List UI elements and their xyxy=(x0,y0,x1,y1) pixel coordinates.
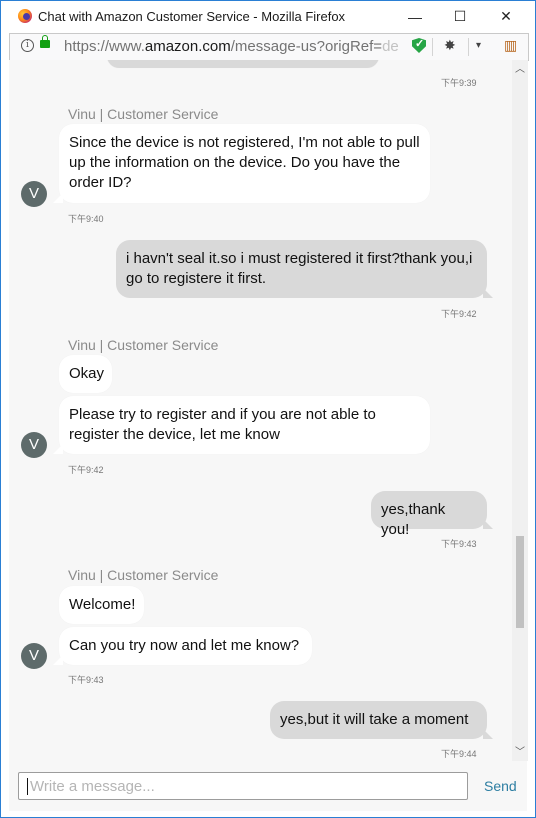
scroll-up-arrow-icon[interactable]: ︿ xyxy=(512,62,528,78)
message-input-placeholder: Write a message... xyxy=(30,778,155,795)
agent-message: Welcome! xyxy=(59,586,144,624)
text-caret xyxy=(27,778,28,795)
timestamp: 下午9:42 xyxy=(441,309,477,319)
extension-icon[interactable]: ✸ xyxy=(444,37,456,54)
message-input[interactable]: Write a message... xyxy=(18,772,468,800)
user-message: yes,thank you! xyxy=(371,491,487,538)
previous-message-bubble xyxy=(107,60,379,68)
agent-avatar: V xyxy=(21,181,47,207)
url-text[interactable]: https://www.amazon.com/message-us?origRe… xyxy=(64,38,400,55)
chat-transcript: 下午9:39 Vinu | Customer Service Since the… xyxy=(9,60,512,761)
maximize-button[interactable]: ☐ xyxy=(437,1,483,32)
agent-message: Okay xyxy=(59,355,112,393)
address-bar[interactable]: i https://www.amazon.com/message-us?orig… xyxy=(9,33,529,61)
toolbar-divider xyxy=(432,38,433,56)
timestamp: 下午9:44 xyxy=(441,749,477,759)
scroll-down-arrow-icon[interactable]: ﹀ xyxy=(512,745,528,761)
agent-message: Please try to register and if you are no… xyxy=(59,396,430,454)
user-message: yes,but it will take a moment xyxy=(270,701,487,739)
message-composer: Write a message... Send xyxy=(9,761,527,811)
library-icon[interactable]: ▥ xyxy=(504,37,517,54)
timestamp: 下午9:43 xyxy=(68,675,104,685)
agent-name: Vinu | Customer Service xyxy=(68,106,219,122)
browser-window: Chat with Amazon Customer Service - Mozi… xyxy=(0,0,536,818)
user-message: i havn't seal it.so i must registered it… xyxy=(116,240,487,298)
info-icon[interactable]: i xyxy=(21,39,34,52)
agent-message: Since the device is not registered, I'm … xyxy=(59,124,430,203)
tracking-shield-icon[interactable] xyxy=(412,38,426,53)
agent-avatar: V xyxy=(21,643,47,669)
window-title: Chat with Amazon Customer Service - Mozi… xyxy=(38,9,346,24)
agent-name: Vinu | Customer Service xyxy=(68,337,219,353)
minimize-button[interactable]: — xyxy=(392,1,438,32)
agent-name: Vinu | Customer Service xyxy=(68,567,219,583)
close-button[interactable]: ✕ xyxy=(483,1,529,32)
agent-avatar: V xyxy=(21,432,47,458)
timestamp: 下午9:43 xyxy=(441,539,477,549)
toolbar-divider xyxy=(468,38,469,56)
agent-message: Can you try now and let me know? xyxy=(59,627,312,665)
lock-icon[interactable] xyxy=(40,35,50,48)
chat-scrollbar[interactable]: ︿ ﹀ xyxy=(512,60,528,761)
timestamp: 下午9:40 xyxy=(68,214,104,224)
timestamp: 下午9:39 xyxy=(441,78,477,88)
scrollbar-thumb[interactable] xyxy=(516,536,524,628)
firefox-icon xyxy=(18,9,32,23)
timestamp: 下午9:42 xyxy=(68,465,104,475)
dropdown-chevron-icon[interactable]: ▾ xyxy=(476,40,481,51)
title-bar: Chat with Amazon Customer Service - Mozi… xyxy=(1,1,535,32)
send-button[interactable]: Send xyxy=(484,778,517,794)
